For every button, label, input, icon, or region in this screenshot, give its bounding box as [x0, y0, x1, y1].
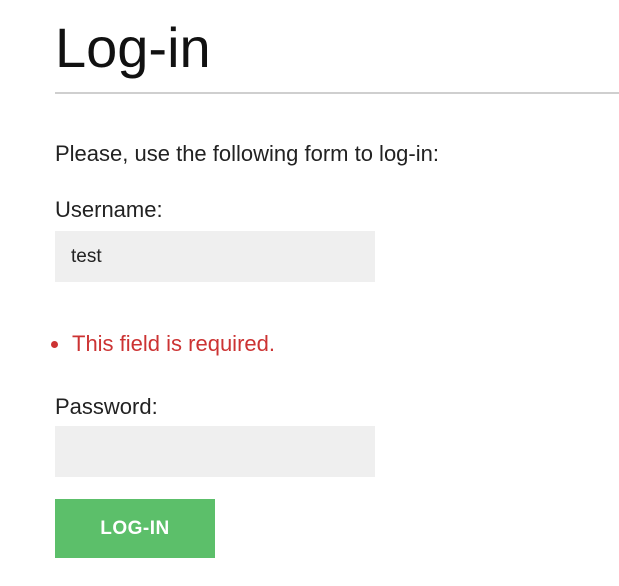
- intro-text: Please, use the following form to log-in…: [55, 141, 439, 166]
- page-title: Log-in: [55, 16, 211, 79]
- error-bullet-icon: [51, 341, 58, 348]
- login-button[interactable]: LOG-IN: [55, 499, 215, 558]
- username-input[interactable]: [55, 231, 375, 282]
- username-error-list: This field is required.: [0, 330, 275, 358]
- username-label: Username:: [55, 197, 163, 222]
- password-label: Password:: [55, 394, 158, 419]
- username-error-text: This field is required.: [72, 331, 275, 356]
- username-error: This field is required.: [0, 330, 275, 358]
- password-input[interactable]: [55, 426, 375, 477]
- title-divider: [55, 92, 619, 94]
- login-page: Log-in Please, use the following form to…: [0, 0, 619, 586]
